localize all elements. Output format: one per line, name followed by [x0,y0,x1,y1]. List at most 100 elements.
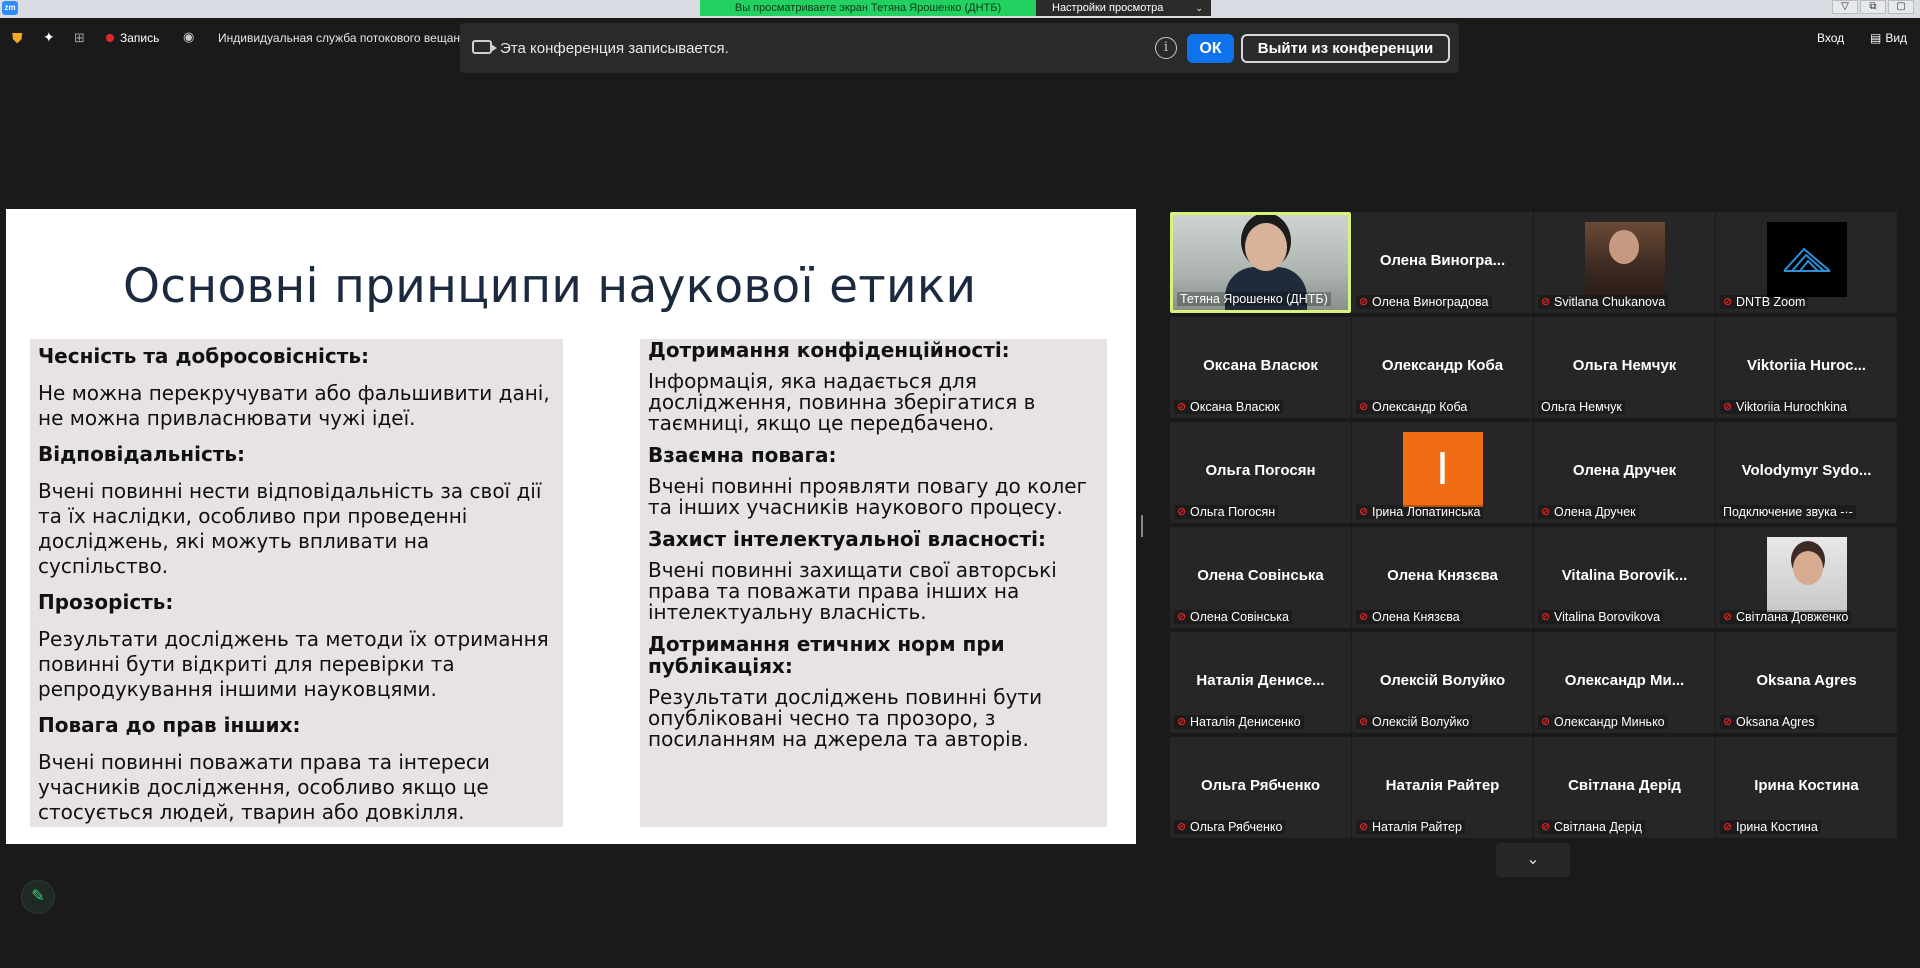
participant-name: Олександр Минько [1554,715,1665,729]
login-button[interactable]: Вход [1817,31,1844,45]
participant-display-name: Олександр Коба [1381,357,1504,374]
gallery-scroll-down-button[interactable]: ⌄ [1496,843,1570,877]
participant-name: Ольга Рябченко [1190,820,1283,834]
participant-name-label: ⊘ Олексій Волуйко [1356,715,1473,729]
participant-display-name: Олександр Ми... [1564,672,1685,689]
principle-text: Вчені повинні захищати свої авторські пр… [648,558,1057,624]
participant-display-name: Наталія Денисе... [1196,672,1325,689]
participant-display-name: Viktoriia Huroc... [1747,357,1866,374]
participant-name-label: ⊘ Світлана Дерід [1538,820,1645,834]
ai-companion-icon[interactable]: ✦ [43,29,55,46]
participant-name-label: ⊘ Наталія Райтер [1356,820,1465,834]
participant-tile[interactable]: Олена Дручек ⊘ Олена Дручек [1534,422,1715,523]
participant-tile[interactable]: Ольга Немчук Ольга Немчук [1534,317,1715,418]
live-stream-icon[interactable]: ◉ [183,29,194,45]
participant-name: Олександр Коба [1372,400,1468,414]
principle-heading: Прозорість: [38,590,174,614]
security-shield-icon[interactable]: ⛊ [12,30,26,46]
muted-mic-icon: ⊘ [1359,506,1369,518]
chevron-down-icon: ⌄ [1195,3,1203,13]
participant-tile[interactable]: Світлана Дерід ⊘ Світлана Дерід [1534,737,1715,838]
view-button[interactable]: ▤ Вид [1870,31,1907,45]
participant-display-name: Vitalina Borovik... [1561,567,1688,584]
principle-heading: Повага до прав інших: [38,713,301,737]
participant-display-name: Світлана Дерід [1568,777,1681,794]
muted-mic-icon: ⊘ [1359,716,1369,728]
muted-mic-icon: ⊘ [1723,821,1733,833]
principle-text: Не можна перекручувати або фальшивити да… [38,381,550,430]
annotate-pen-button[interactable]: ✎ [21,880,55,914]
recording-label: Запись [120,31,160,45]
minimize-button[interactable]: ▽ [1832,0,1858,14]
participant-tile[interactable]: Олена Князєва ⊘ Олена Князєва [1352,527,1533,628]
participant-display-name: Наталія Райтер [1385,777,1500,794]
participant-name-label: ⊘ Ірина Костина [1720,820,1821,834]
recording-indicator[interactable]: Запись [106,31,159,45]
participant-tile[interactable]: Oksana Agres ⊘ Oksana Agres [1716,632,1897,733]
system-top-strip: zm Вы просматриваете экран Тетяна Ярошен… [0,0,1920,18]
participant-tile[interactable]: Тетяна Ярошенко (ДНТБ) [1170,212,1351,313]
participant-tile[interactable]: Олексій Волуйко ⊘ Олексій Волуйко [1352,632,1533,733]
participant-name: Ірина Лопатинська [1372,505,1481,519]
muted-mic-icon: ⊘ [1541,611,1551,623]
muted-mic-icon: ⊘ [1359,401,1369,413]
muted-mic-icon: ⊘ [1359,611,1369,623]
leave-meeting-button[interactable]: Выйти из конференции [1241,34,1450,63]
participant-tile[interactable]: Viktoriia Huroc... ⊘ Viktoriia Hurochkina [1716,317,1897,418]
participant-tile[interactable]: ⊘ DNTB Zoom [1716,212,1897,313]
view-label: Вид [1885,31,1908,45]
participant-tile[interactable]: Олена Виногра... ⊘ Олена Виноградова [1352,212,1533,313]
window-controls: ▽ ⧉ ▢ [1832,0,1914,14]
participant-name: Oksana Agres [1736,715,1815,729]
muted-mic-icon: ⊘ [1177,611,1187,623]
participant-tile[interactable]: ⊘ Світлана Довженко [1716,527,1897,628]
participant-display-name: Олена Совінська [1197,567,1324,584]
participant-name: Ольга Погосян [1190,505,1276,519]
participant-name: Світлана Дерід [1554,820,1642,834]
muted-mic-icon: ⊘ [1723,296,1733,308]
streaming-service-label[interactable]: Индивидуальная служба потокового вещан [218,31,460,45]
recording-notice-message: Эта конференция записывается. [500,40,729,57]
participant-name: Олена Совінська [1190,610,1289,624]
participant-tile[interactable]: Олександр Ми... ⊘ Олександр Минько [1534,632,1715,733]
participant-name-label: ⊘ Наталія Денисенко [1174,715,1304,729]
participant-tile[interactable]: Ольга Погосян ⊘ Ольга Погосян [1170,422,1351,523]
participant-tile[interactable]: Ірина Костина ⊘ Ірина Костина [1716,737,1897,838]
participant-tile[interactable]: І ⊘ Ірина Лопатинська [1352,422,1533,523]
participant-tile[interactable]: Наталія Райтер ⊘ Наталія Райтер [1352,737,1533,838]
zoom-logo-icon: zm [2,1,18,15]
participant-name-label: ⊘ Олександр Коба [1356,400,1471,414]
view-settings-dropdown[interactable]: Настройки просмотра ⌄ [1036,0,1211,16]
participant-photo [1584,222,1665,297]
shared-screen-slide: Основні принципи наукової етики Чесність… [6,209,1136,844]
muted-mic-icon: ⊘ [1359,821,1369,833]
participant-tile[interactable]: Оксана Власюк ⊘ Оксана Власюк [1170,317,1351,418]
participant-tile[interactable]: ⊘ Svitlana Chukanova [1534,212,1715,313]
maximize-button[interactable]: ▢ [1888,0,1914,14]
participant-tile[interactable]: Наталія Денисе... ⊘ Наталія Денисенко [1170,632,1351,733]
participant-name: Наталія Денисенко [1190,715,1301,729]
participant-name-label: ⊘ Oksana Agres [1720,715,1818,729]
participant-name-label: ⊘ Ольга Погосян [1174,505,1279,519]
participant-name: Олена Князєва [1372,610,1460,624]
participant-display-name: Oksana Agres [1756,672,1857,689]
participant-avatar: І [1402,432,1483,507]
participant-display-name: Volodymyr Sydo... [1741,462,1872,479]
participant-name: Олена Виноградова [1372,295,1489,309]
restore-button[interactable]: ⧉ [1860,0,1886,14]
participant-name: Олена Дручек [1554,505,1636,519]
participant-tile[interactable]: Vitalina Borovik... ⊘ Vitalina Borovikova [1534,527,1715,628]
principle-text: Вчені повинні проявляти повагу до колег … [648,474,1088,519]
info-icon[interactable]: i [1155,37,1177,59]
principle-heading: Захист інтелектуальної власності: [648,527,1046,551]
muted-mic-icon: ⊘ [1723,401,1733,413]
participant-tile[interactable]: Volodymyr Sydo... Подключение звука -·- [1716,422,1897,523]
panel-resize-handle[interactable] [1141,515,1143,537]
participant-tile[interactable]: Олександр Коба ⊘ Олександр Коба [1352,317,1533,418]
muted-mic-icon: ⊘ [1541,506,1551,518]
participant-tile[interactable]: Олена Совінська ⊘ Олена Совінська [1170,527,1351,628]
ok-button[interactable]: ОК [1187,34,1234,63]
participant-tile[interactable]: Ольга Рябченко ⊘ Ольга Рябченко [1170,737,1351,838]
view-layout-icon: ▤ [1870,31,1882,45]
apps-grid-icon[interactable]: ⊞ [74,31,90,45]
